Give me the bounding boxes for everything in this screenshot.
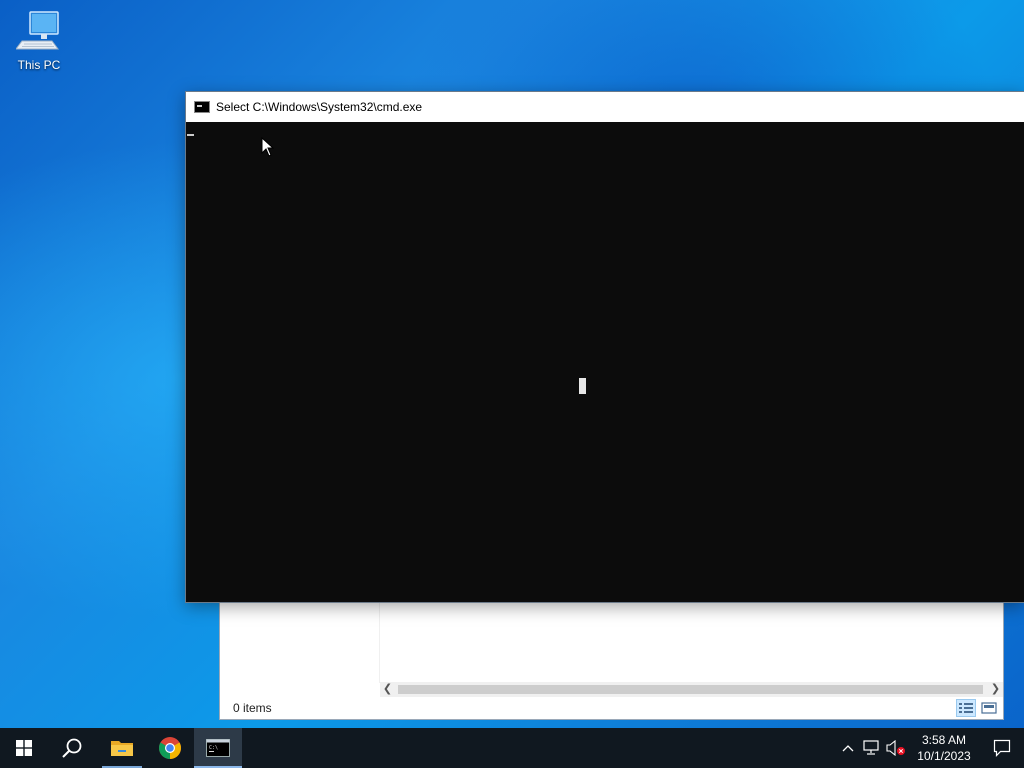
cmd-icon: C:\ — [206, 739, 230, 757]
taskbar-command-prompt[interactable]: C:\ — [194, 728, 242, 768]
details-view-button[interactable] — [956, 699, 976, 717]
action-center-icon — [993, 739, 1011, 757]
desktop-icon-label: This PC — [17, 58, 61, 72]
show-hidden-icons-button[interactable] — [836, 728, 860, 768]
taskbar-file-explorer[interactable] — [98, 728, 146, 768]
folder-icon — [111, 741, 133, 756]
clock[interactable]: 3:58 AM 10/1/2023 — [908, 732, 980, 764]
volume-muted-icon — [886, 740, 905, 756]
horizontal-scrollbar[interactable]: ❮ ❯ — [380, 682, 1003, 697]
this-pc-icon — [16, 11, 59, 50]
chrome-icon — [159, 737, 181, 759]
window-title: Select C:\Windows\System32\cmd.exe — [216, 100, 423, 114]
search-icon — [62, 738, 82, 758]
action-center-button[interactable] — [980, 728, 1024, 768]
navigation-pane[interactable] — [220, 603, 380, 683]
item-count: 0 items — [233, 701, 272, 715]
scroll-left-icon[interactable]: ❮ — [380, 682, 395, 697]
cmd-window[interactable]: Select C:\Windows\System32\cmd.exe — [185, 91, 1024, 603]
network-button[interactable] — [860, 728, 884, 768]
taskbar-chrome[interactable] — [146, 728, 194, 768]
details-view-icon — [959, 703, 973, 713]
system-tray: 3:58 AM 10/1/2023 — [836, 728, 1024, 768]
status-bar: 0 items — [220, 697, 1003, 719]
taskbar: C:\ 3:58 AM 10/1/2023 — [0, 728, 1024, 768]
svg-text:C:\: C:\ — [209, 745, 218, 751]
cmd-icon — [194, 101, 210, 113]
chevron-up-icon — [842, 745, 854, 752]
desktop-icon-this-pc[interactable]: This PC — [10, 8, 68, 76]
network-icon — [863, 740, 879, 755]
selection-cursor — [579, 378, 586, 394]
console-area[interactable] — [186, 122, 1024, 602]
scrollbar-thumb[interactable] — [398, 685, 983, 694]
mouse-pointer-icon — [261, 137, 275, 157]
volume-button[interactable] — [884, 728, 908, 768]
start-button[interactable] — [0, 728, 48, 768]
text-cursor — [187, 134, 194, 136]
clock-date: 10/1/2023 — [917, 749, 971, 763]
windows-logo-icon — [16, 740, 32, 756]
scroll-right-icon[interactable]: ❯ — [988, 682, 1003, 697]
large-icons-view-button[interactable] — [979, 699, 999, 717]
search-button[interactable] — [48, 728, 96, 768]
large-icons-view-icon — [981, 702, 997, 714]
clock-time: 3:58 AM — [921, 733, 967, 747]
cmd-titlebar[interactable]: Select C:\Windows\System32\cmd.exe — [186, 92, 1024, 122]
